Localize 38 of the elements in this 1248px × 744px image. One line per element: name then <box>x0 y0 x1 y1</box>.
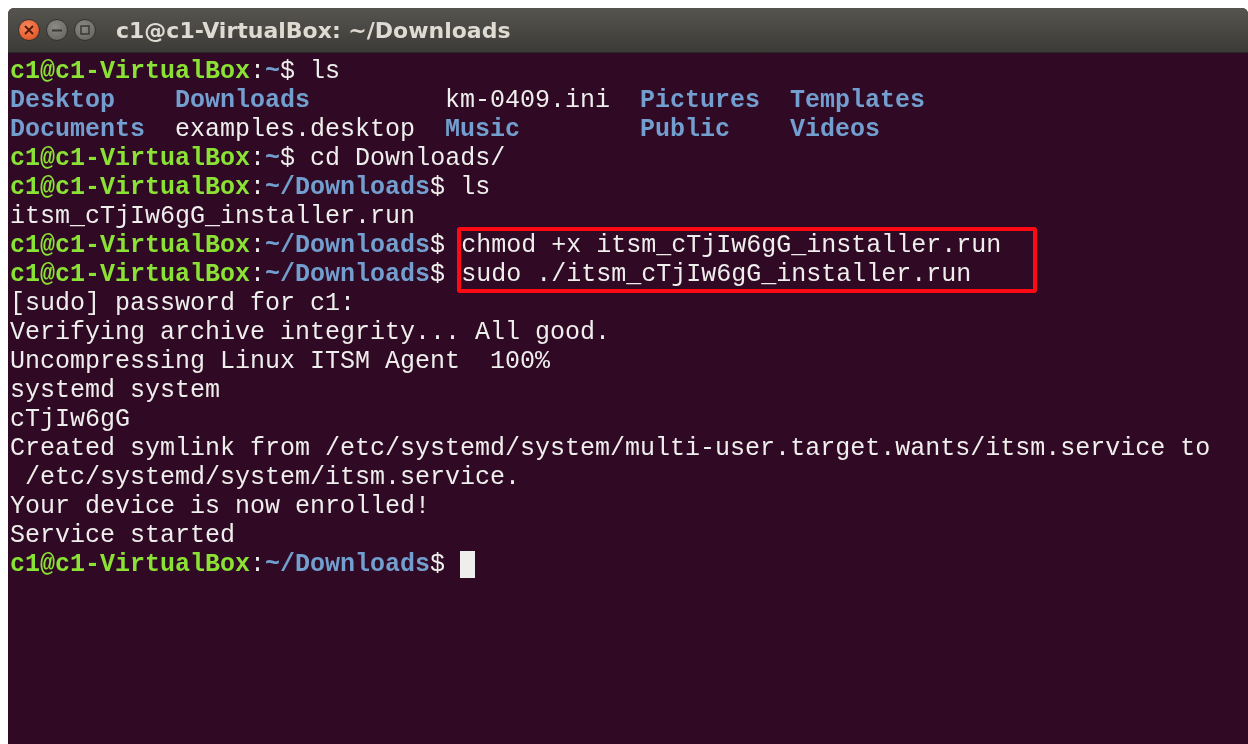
directory-name: Downloads <box>175 86 312 115</box>
shell-prompt: c1@c1-VirtualBox:~/Downloads$ <box>10 550 447 579</box>
output-text: Created symlink from /etc/systemd/system/multi-user.target.wants/itsm.service to <box>10 434 1211 463</box>
maximize-button[interactable] <box>74 19 96 41</box>
close-icon <box>24 25 34 35</box>
file-name: km-0409.ini <box>445 86 612 115</box>
output-text: cTjIw6gG <box>10 405 131 434</box>
maximize-icon <box>80 25 90 35</box>
directory-name: Pictures <box>640 86 762 115</box>
output-text: Verifying archive integrity... All good. <box>10 318 611 347</box>
command-text: ls <box>310 57 341 86</box>
output-text: Uncompressing Linux ITSM Agent 100% <box>10 347 551 376</box>
directory-name: Music <box>445 115 522 144</box>
command-text: sudo ./itsm_cTjIw6gG_installer.run <box>461 260 972 289</box>
shell-prompt: c1@c1-VirtualBox:~/Downloads$ <box>10 260 447 289</box>
shell-prompt: c1@c1-VirtualBox:~$ <box>10 57 297 86</box>
output-text: itsm_cTjIw6gG_installer.run <box>10 202 416 231</box>
shell-prompt: c1@c1-VirtualBox:~/Downloads$ <box>10 231 447 260</box>
directory-name: Templates <box>790 86 927 115</box>
command-text: ls <box>460 173 491 202</box>
directory-name: Public <box>640 115 732 144</box>
output-text: Service started <box>10 521 236 550</box>
output-text: /etc/systemd/system/itsm.service. <box>24 463 521 492</box>
directory-name: Documents <box>10 115 147 144</box>
output-text: Your device is now enrolled! <box>10 492 431 521</box>
command-text: cd Downloads/ <box>310 144 506 173</box>
file-name: examples.desktop <box>175 115 417 144</box>
shell-prompt: c1@c1-VirtualBox:~$ <box>10 144 297 173</box>
shell-prompt: c1@c1-VirtualBox:~/Downloads$ <box>10 173 447 202</box>
minimize-button[interactable] <box>46 19 68 41</box>
minimize-icon <box>52 28 62 32</box>
output-text: systemd system <box>10 376 221 405</box>
close-button[interactable] <box>18 19 40 41</box>
directory-name: Videos <box>790 115 882 144</box>
output-text: [sudo] password for c1: <box>10 289 356 318</box>
window-title: c1@c1-VirtualBox: ~/Downloads <box>116 17 511 43</box>
directory-name: Desktop <box>10 86 117 115</box>
command-text: chmod +x itsm_cTjIw6gG_installer.run <box>461 231 1002 260</box>
